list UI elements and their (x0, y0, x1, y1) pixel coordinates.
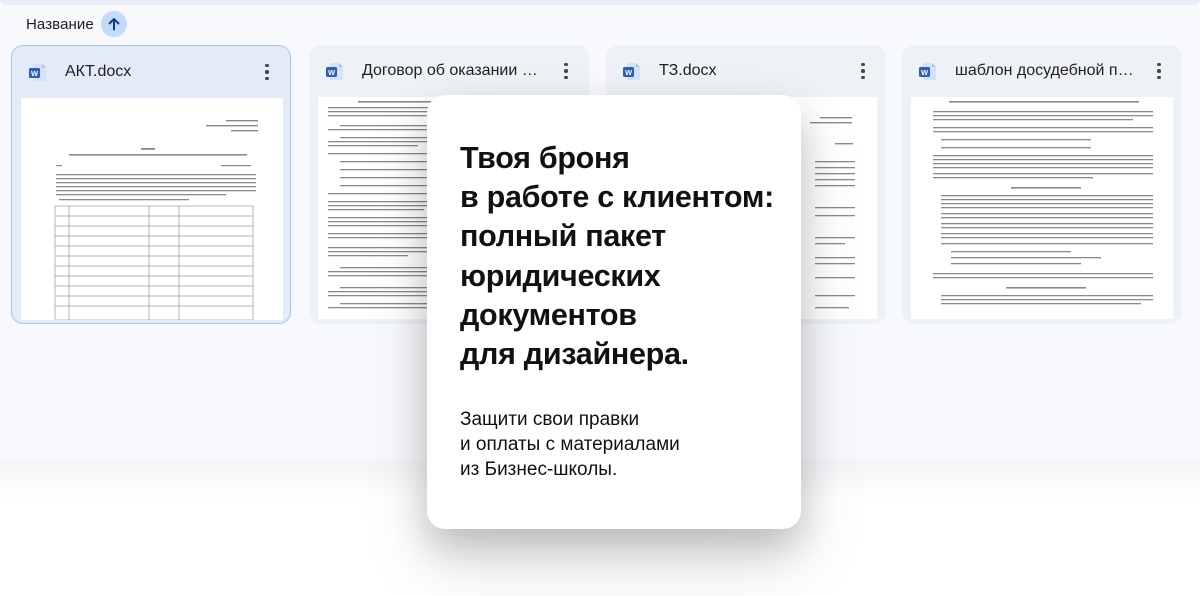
file-card-shablon[interactable]: W шаблон досудебной претензии.docx (902, 45, 1182, 324)
word-doc-icon: W (623, 63, 640, 80)
arrow-up-icon (108, 18, 120, 31)
file-name[interactable]: шаблон досудебной претензии.docx (955, 61, 1135, 81)
file-card-header[interactable]: W ТЗ.docx (606, 45, 886, 97)
file-card-header[interactable]: W АКТ.docx (12, 46, 290, 98)
sort-label[interactable]: Название (26, 16, 94, 33)
file-name[interactable]: Договор об оказании услуг.docx (362, 61, 542, 81)
word-doc-icon: W (29, 64, 46, 81)
more-vert-icon[interactable] (557, 61, 575, 81)
more-vert-icon[interactable] (258, 62, 276, 82)
svg-text:W: W (328, 68, 336, 77)
word-doc-icon: W (326, 63, 343, 80)
promo-title: Твоя броня в работе с клиентом: полный п… (460, 141, 774, 372)
document-preview-image (933, 101, 1153, 305)
sort-control[interactable]: Название (26, 11, 127, 37)
more-vert-icon[interactable] (854, 61, 872, 81)
more-vert-icon[interactable] (1150, 61, 1168, 81)
file-name[interactable]: ТЗ.docx (659, 61, 839, 81)
file-card-header[interactable]: W шаблон досудебной претензии.docx (902, 45, 1182, 97)
file-preview[interactable] (21, 98, 283, 320)
svg-text:W: W (625, 68, 633, 77)
promo-card: Твоя броня в работе с клиентом: полный п… (427, 95, 801, 529)
word-doc-icon: W (919, 63, 936, 80)
file-name[interactable]: АКТ.docx (65, 62, 245, 82)
svg-text:W: W (921, 68, 929, 77)
sort-direction-button[interactable] (100, 11, 127, 37)
promo-subtitle: Защити свои правки и оплаты с материалам… (460, 409, 680, 480)
file-card-header[interactable]: W Договор об оказании услуг.docx (309, 45, 589, 97)
file-card-akt[interactable]: W АКТ.docx (11, 45, 291, 324)
file-preview[interactable] (911, 97, 1173, 319)
svg-text:W: W (31, 69, 39, 78)
document-preview-image (54, 120, 258, 320)
